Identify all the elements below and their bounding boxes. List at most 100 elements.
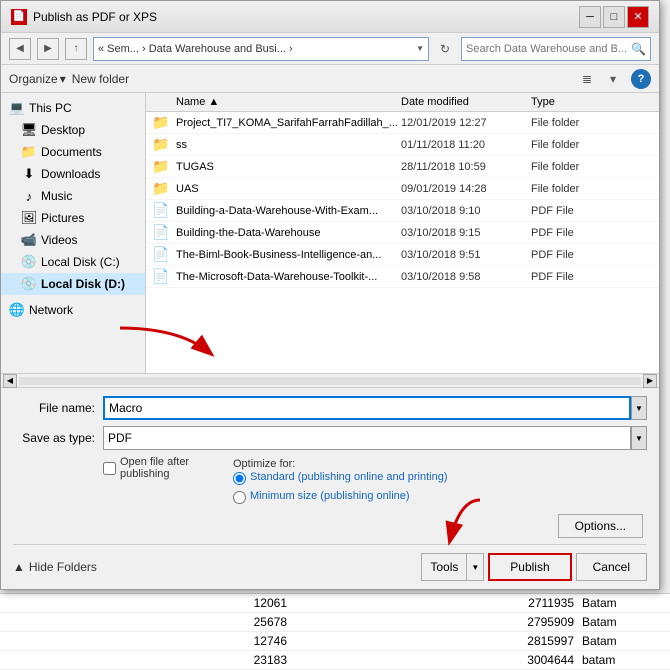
horizontal-scrollbar[interactable]: ◀ ▶ <box>1 373 659 387</box>
publish-button[interactable]: Publish <box>488 553 571 581</box>
bg-cell: 23183 <box>8 653 295 667</box>
back-button[interactable]: ◀ <box>9 38 31 60</box>
pdf-icon: 📄 <box>146 202 176 219</box>
file-row[interactable]: 📄 Building-a-Data-Warehouse-With-Exam...… <box>146 200 659 222</box>
minimize-button[interactable]: ─ <box>579 6 601 28</box>
column-date-header[interactable]: Date modified <box>401 96 531 108</box>
sidebar-item-documents[interactable]: 📁 Documents <box>1 141 145 163</box>
main-content-area: 💻 This PC 🖥 Desktop 📁 Documents ⬇ Downlo… <box>1 93 659 373</box>
pdf-icon: 📄 <box>146 224 176 241</box>
file-row[interactable]: 📁 Project_TI7_KOMA_SarifahFarrahFadillah… <box>146 112 659 134</box>
sidebar-label-desktop: Desktop <box>41 123 85 137</box>
pdf-icon: 📄 <box>146 246 176 263</box>
sidebar-item-downloads[interactable]: ⬇ Downloads <box>1 163 145 185</box>
bg-city: Batam <box>582 615 662 629</box>
filename-label: File name: <box>13 401 103 415</box>
filename-row: File name: ▼ <box>13 396 647 420</box>
bg-cell: 25678 <box>8 615 295 629</box>
open-after-text: Open file afterpublishing <box>120 456 189 480</box>
close-button[interactable]: ✕ <box>627 6 649 28</box>
file-name: Project_TI7_KOMA_SarifahFarrahFadillah_.… <box>176 117 401 129</box>
radio-standard-input[interactable] <box>233 472 246 485</box>
sidebar-label-network: Network <box>29 303 73 317</box>
radio-standard[interactable]: Standard (publishing online and printing… <box>233 470 647 485</box>
up-button[interactable]: ↑ <box>65 38 87 60</box>
dialog-window: 📄 Publish as PDF or XPS ─ □ ✕ ◀ ▶ ↑ « Se… <box>0 0 660 590</box>
file-name: UAS <box>176 183 401 195</box>
organize-dropdown-icon: ▾ <box>60 72 66 86</box>
view-dropdown-button[interactable]: ▾ <box>601 69 625 89</box>
column-type-header[interactable]: Type <box>531 96 659 108</box>
dialog-title: Publish as PDF or XPS <box>33 10 157 24</box>
savetype-select[interactable]: PDF <box>103 426 631 450</box>
file-name: ss <box>176 139 401 151</box>
forward-button[interactable]: ▶ <box>37 38 59 60</box>
checkbox-area: Open file afterpublishing <box>13 456 213 480</box>
bg-row: 12061 2711935 Batam <box>0 594 670 613</box>
open-after-label[interactable]: Open file afterpublishing <box>103 456 213 480</box>
savetype-row: Save as type: PDF ▼ <box>13 426 647 450</box>
optimize-label: Optimize for: <box>233 458 295 470</box>
help-button[interactable]: ? <box>631 69 651 89</box>
sidebar-item-music[interactable]: ♪ Music <box>1 185 145 207</box>
radio-minimum-input[interactable] <box>233 491 246 504</box>
file-name: The-Biml-Book-Business-Intelligence-an..… <box>176 249 401 261</box>
bg-row: 23183 3004644 batam <box>0 651 670 670</box>
sidebar-item-local-disk-d[interactable]: 💿 Local Disk (D:) <box>1 273 145 295</box>
folder-icon: 📁 <box>146 114 176 131</box>
savetype-label: Save as type: <box>13 431 103 445</box>
file-date: 03/10/2018 9:15 <box>401 227 531 239</box>
sidebar-item-network[interactable]: 🌐 Network <box>1 299 145 321</box>
sidebar-item-desktop[interactable]: 🖥 Desktop <box>1 119 145 141</box>
radio-minimum[interactable]: Minimum size (publishing online) <box>233 489 647 504</box>
sidebar-item-pictures[interactable]: 🖼 Pictures <box>1 207 145 229</box>
bg-city: Batam <box>582 596 662 610</box>
organize-toolbar: Organize ▾ New folder ≣ ▾ ? <box>1 65 659 93</box>
file-row[interactable]: 📁 ss 01/11/2018 11:20 File folder <box>146 134 659 156</box>
folder-icon: 📁 <box>146 158 176 175</box>
search-input[interactable] <box>466 43 631 55</box>
maximize-button[interactable]: □ <box>603 6 625 28</box>
filename-input[interactable] <box>103 396 631 420</box>
file-row[interactable]: 📁 TUGAS 28/11/2018 10:59 File folder <box>146 156 659 178</box>
address-dropdown-icon: ▼ <box>416 44 424 53</box>
navigation-toolbar: ◀ ▶ ↑ « Sem... › Data Warehouse and Busi… <box>1 33 659 65</box>
refresh-button[interactable]: ↻ <box>435 37 455 61</box>
sidebar-label-music: Music <box>41 189 72 203</box>
sidebar-label-videos: Videos <box>41 233 77 247</box>
filename-dropdown-button[interactable]: ▼ <box>631 396 647 420</box>
new-folder-button[interactable]: New folder <box>72 72 129 86</box>
sidebar-item-local-disk-c[interactable]: 💿 Local Disk (C:) <box>1 251 145 273</box>
column-name-header[interactable]: Name ▲ <box>146 96 401 108</box>
view-list-button[interactable]: ≣ <box>575 69 599 89</box>
open-after-checkbox[interactable] <box>103 462 116 475</box>
savetype-dropdown-button[interactable]: ▼ <box>631 426 647 450</box>
documents-icon: 📁 <box>21 144 37 160</box>
tools-button[interactable]: Tools ▼ <box>421 553 484 581</box>
organize-button[interactable]: Organize ▾ <box>9 72 66 86</box>
sidebar-item-videos[interactable]: 📹 Videos <box>1 229 145 251</box>
search-bar[interactable]: 🔍 <box>461 37 651 61</box>
scroll-track[interactable] <box>19 377 641 385</box>
file-row[interactable]: 📄 The-Microsoft-Data-Warehouse-Toolkit-.… <box>146 266 659 288</box>
file-date: 03/10/2018 9:10 <box>401 205 531 217</box>
scroll-left-button[interactable]: ◀ <box>3 374 17 388</box>
cancel-button[interactable]: Cancel <box>576 553 647 581</box>
file-row[interactable]: 📁 UAS 09/01/2019 14:28 File folder <box>146 178 659 200</box>
file-list-header: Name ▲ Date modified Type <box>146 93 659 112</box>
bg-cell: 3004644 <box>295 653 582 667</box>
title-bar-left: 📄 Publish as PDF or XPS <box>11 9 157 25</box>
hide-folders-button[interactable]: ▲ Hide Folders <box>13 560 97 574</box>
file-date: 12/01/2019 12:27 <box>401 117 531 129</box>
address-bar[interactable]: « Sem... › Data Warehouse and Busi... › … <box>93 37 429 61</box>
options-button[interactable]: Options... <box>558 514 643 538</box>
optimize-area: Optimize for: Standard (publishing onlin… <box>213 456 647 508</box>
view-buttons: ≣ ▾ <box>575 69 625 89</box>
scroll-right-button[interactable]: ▶ <box>643 374 657 388</box>
search-icon: 🔍 <box>631 42 646 56</box>
file-row[interactable]: 📄 Building-the-Data-Warehouse 03/10/2018… <box>146 222 659 244</box>
file-type: PDF File <box>531 205 659 217</box>
file-row[interactable]: 📄 The-Biml-Book-Business-Intelligence-an… <box>146 244 659 266</box>
sidebar-item-this-pc[interactable]: 💻 This PC <box>1 97 145 119</box>
sidebar-label-downloads: Downloads <box>41 167 100 181</box>
